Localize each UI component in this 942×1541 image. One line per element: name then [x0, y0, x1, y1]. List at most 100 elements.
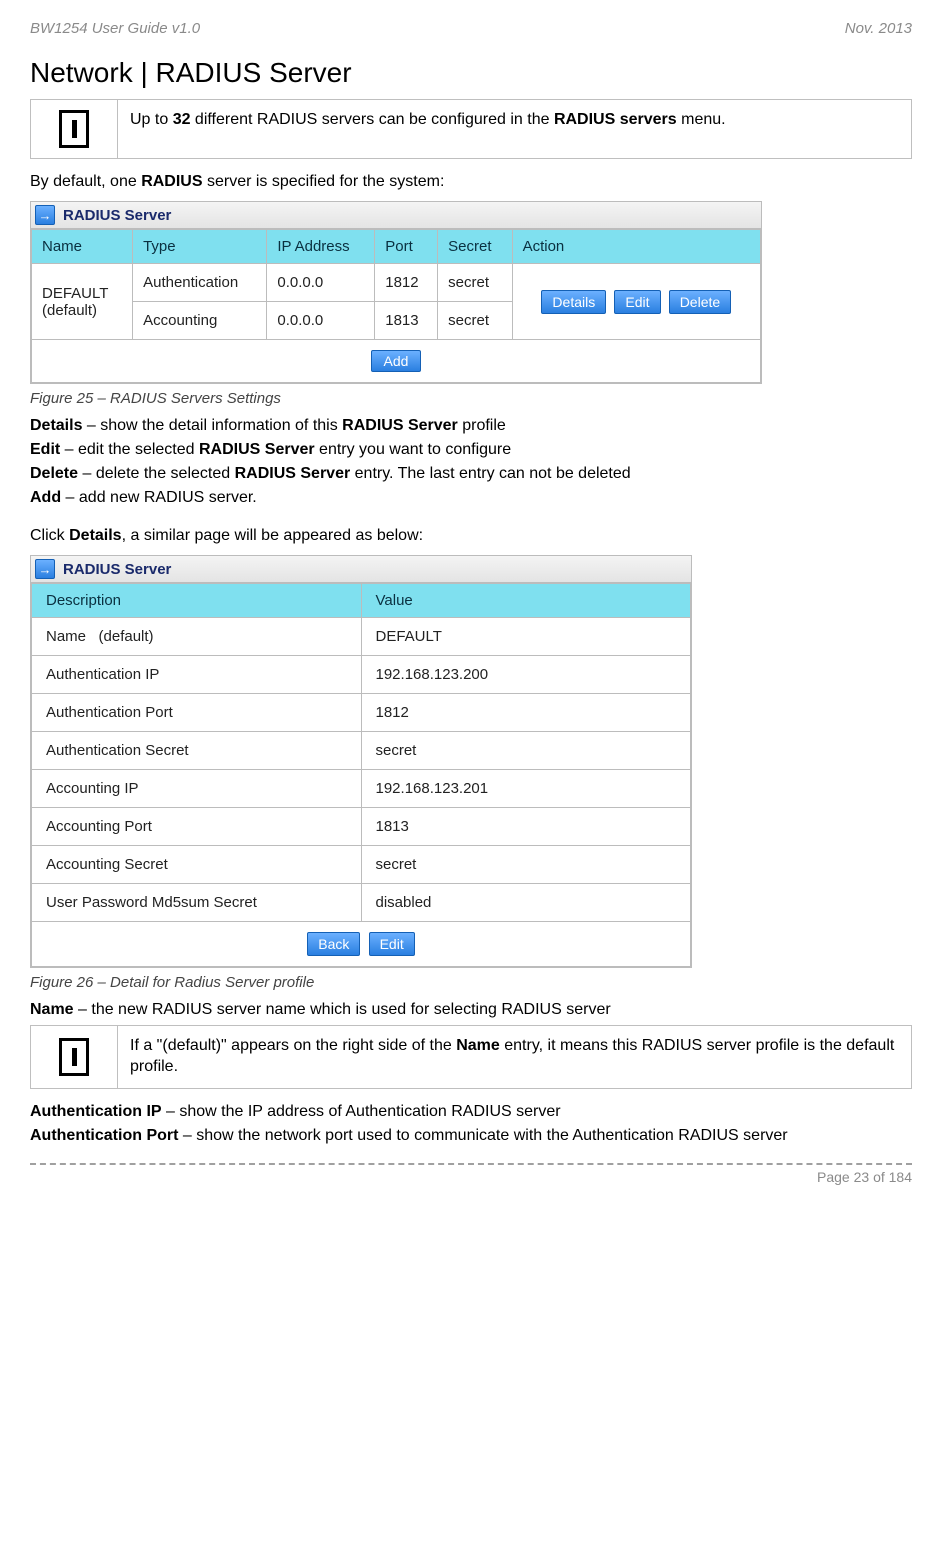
t: If a "(default)" appears on the right si…	[130, 1037, 456, 1054]
def-edit: Edit – edit the selected RADIUS Server e…	[30, 441, 912, 459]
cell-secret: secret	[438, 264, 512, 302]
radius-table: Name Type IP Address Port Secret Action …	[31, 229, 761, 383]
table-row: Authentication IP192.168.123.200	[32, 656, 691, 694]
info-icon	[59, 1038, 89, 1076]
col-type: Type	[133, 230, 267, 264]
collapse-icon[interactable]: →	[35, 205, 55, 225]
t: – show the detail information of this	[82, 417, 342, 434]
panel-titlebar: → RADIUS Server	[31, 202, 761, 229]
table-row: Authentication Port1812	[32, 694, 691, 732]
t: RADIUS Server	[235, 465, 351, 482]
t: profile	[458, 417, 506, 434]
page-title: Network | RADIUS Server	[30, 57, 912, 89]
collapse-icon[interactable]: →	[35, 559, 55, 579]
col-ip: IP Address	[267, 230, 375, 264]
d: User Password Md5sum Secret	[32, 884, 362, 922]
d: Accounting Port	[32, 808, 362, 846]
info-icon-cell	[31, 100, 118, 158]
def-name: Name – the new RADIUS server name which …	[30, 1001, 912, 1019]
delete-button[interactable]: Delete	[669, 290, 731, 314]
t: Name	[30, 1001, 74, 1018]
info-box-default-profile: If a "(default)" appears on the right si…	[30, 1025, 912, 1089]
t: entry you want to configure	[315, 441, 512, 458]
col-port: Port	[375, 230, 438, 264]
edit-button[interactable]: Edit	[369, 932, 415, 956]
d: Accounting IP	[32, 770, 362, 808]
d: Authentication IP	[32, 656, 362, 694]
cell-name: DEFAULT (default)	[32, 264, 133, 340]
cell-ip: 0.0.0.0	[267, 302, 375, 340]
t: 32	[173, 111, 191, 128]
details-table: Description Value Name (default)DEFAULT …	[31, 583, 691, 967]
table-row: User Password Md5sum Secretdisabled	[32, 884, 691, 922]
table-row: Accounting Port1813	[32, 808, 691, 846]
t: server is specified for the system:	[203, 173, 445, 190]
t: Edit	[30, 441, 60, 458]
d: Name (default)	[32, 618, 362, 656]
cell-type: Authentication	[133, 264, 267, 302]
t: Authentication Port	[30, 1127, 178, 1144]
t: Authentication IP	[30, 1103, 162, 1120]
t: By default, one	[30, 173, 141, 190]
cell-port: 1812	[375, 264, 438, 302]
panel-title: RADIUS Server	[63, 207, 171, 224]
v: 1812	[361, 694, 691, 732]
cell-type: Accounting	[133, 302, 267, 340]
back-button[interactable]: Back	[307, 932, 360, 956]
col-secret: Secret	[438, 230, 512, 264]
v: secret	[361, 732, 691, 770]
t: Details	[30, 417, 82, 434]
info-box-radius-count: Up to 32 different RADIUS servers can be…	[30, 99, 912, 159]
intro-line: By default, one RADIUS server is specifi…	[30, 173, 912, 191]
t: RADIUS Server	[199, 441, 315, 458]
t: – add new RADIUS server.	[61, 489, 257, 506]
table-row: Accounting IP192.168.123.201	[32, 770, 691, 808]
add-button[interactable]: Add	[371, 350, 422, 372]
t: entry. The last entry can not be deleted	[350, 465, 630, 482]
table-header-row: Description Value	[32, 584, 691, 618]
t: Details	[69, 527, 121, 544]
table-row: Authentication Secretsecret	[32, 732, 691, 770]
radius-details-panel: → RADIUS Server Description Value Name (…	[30, 555, 692, 968]
t: – the new RADIUS server name which is us…	[74, 1001, 611, 1018]
d: Authentication Secret	[32, 732, 362, 770]
table-row: Accounting Secretsecret	[32, 846, 691, 884]
edit-button[interactable]: Edit	[614, 290, 660, 314]
info-icon-cell	[31, 1026, 118, 1088]
col-description: Description	[32, 584, 362, 618]
t: Add	[30, 489, 61, 506]
button-row: Back Edit	[32, 922, 691, 967]
def-auth-port: Authentication Port – show the network p…	[30, 1127, 912, 1145]
t: – show the IP address of Authentication …	[162, 1103, 561, 1120]
info-icon	[59, 110, 89, 148]
d: Authentication Port	[32, 694, 362, 732]
t: Up to	[130, 111, 173, 128]
col-value: Value	[361, 584, 691, 618]
page-footer: Page 23 of 184	[30, 1169, 912, 1185]
table-row: Name (default)DEFAULT	[32, 618, 691, 656]
details-button[interactable]: Details	[541, 290, 606, 314]
t: RADIUS servers	[554, 111, 677, 128]
t: Click	[30, 527, 69, 544]
cell-actions: Details Edit Delete	[512, 264, 760, 340]
col-name: Name	[32, 230, 133, 264]
t: Delete	[30, 465, 78, 482]
panel-title: RADIUS Server	[63, 561, 171, 578]
v: DEFAULT	[361, 618, 691, 656]
t: RADIUS	[141, 173, 202, 190]
info-text: Up to 32 different RADIUS servers can be…	[118, 100, 911, 158]
header-right: Nov. 2013	[845, 20, 912, 37]
figure-25-caption: Figure 25 – RADIUS Servers Settings	[30, 390, 912, 407]
click-details-line: Click Details, a similar page will be ap…	[30, 527, 912, 545]
t: , a similar page will be appeared as bel…	[122, 527, 424, 544]
v: secret	[361, 846, 691, 884]
cell-ip: 0.0.0.0	[267, 264, 375, 302]
v: 1813	[361, 808, 691, 846]
cell-secret: secret	[438, 302, 512, 340]
page-separator	[30, 1163, 912, 1165]
table-header-row: Name Type IP Address Port Secret Action	[32, 230, 761, 264]
def-add: Add – add new RADIUS server.	[30, 489, 912, 507]
d: Accounting Secret	[32, 846, 362, 884]
radius-server-table-panel: → RADIUS Server Name Type IP Address Por…	[30, 201, 762, 384]
table-row: DEFAULT (default) Authentication 0.0.0.0…	[32, 264, 761, 302]
